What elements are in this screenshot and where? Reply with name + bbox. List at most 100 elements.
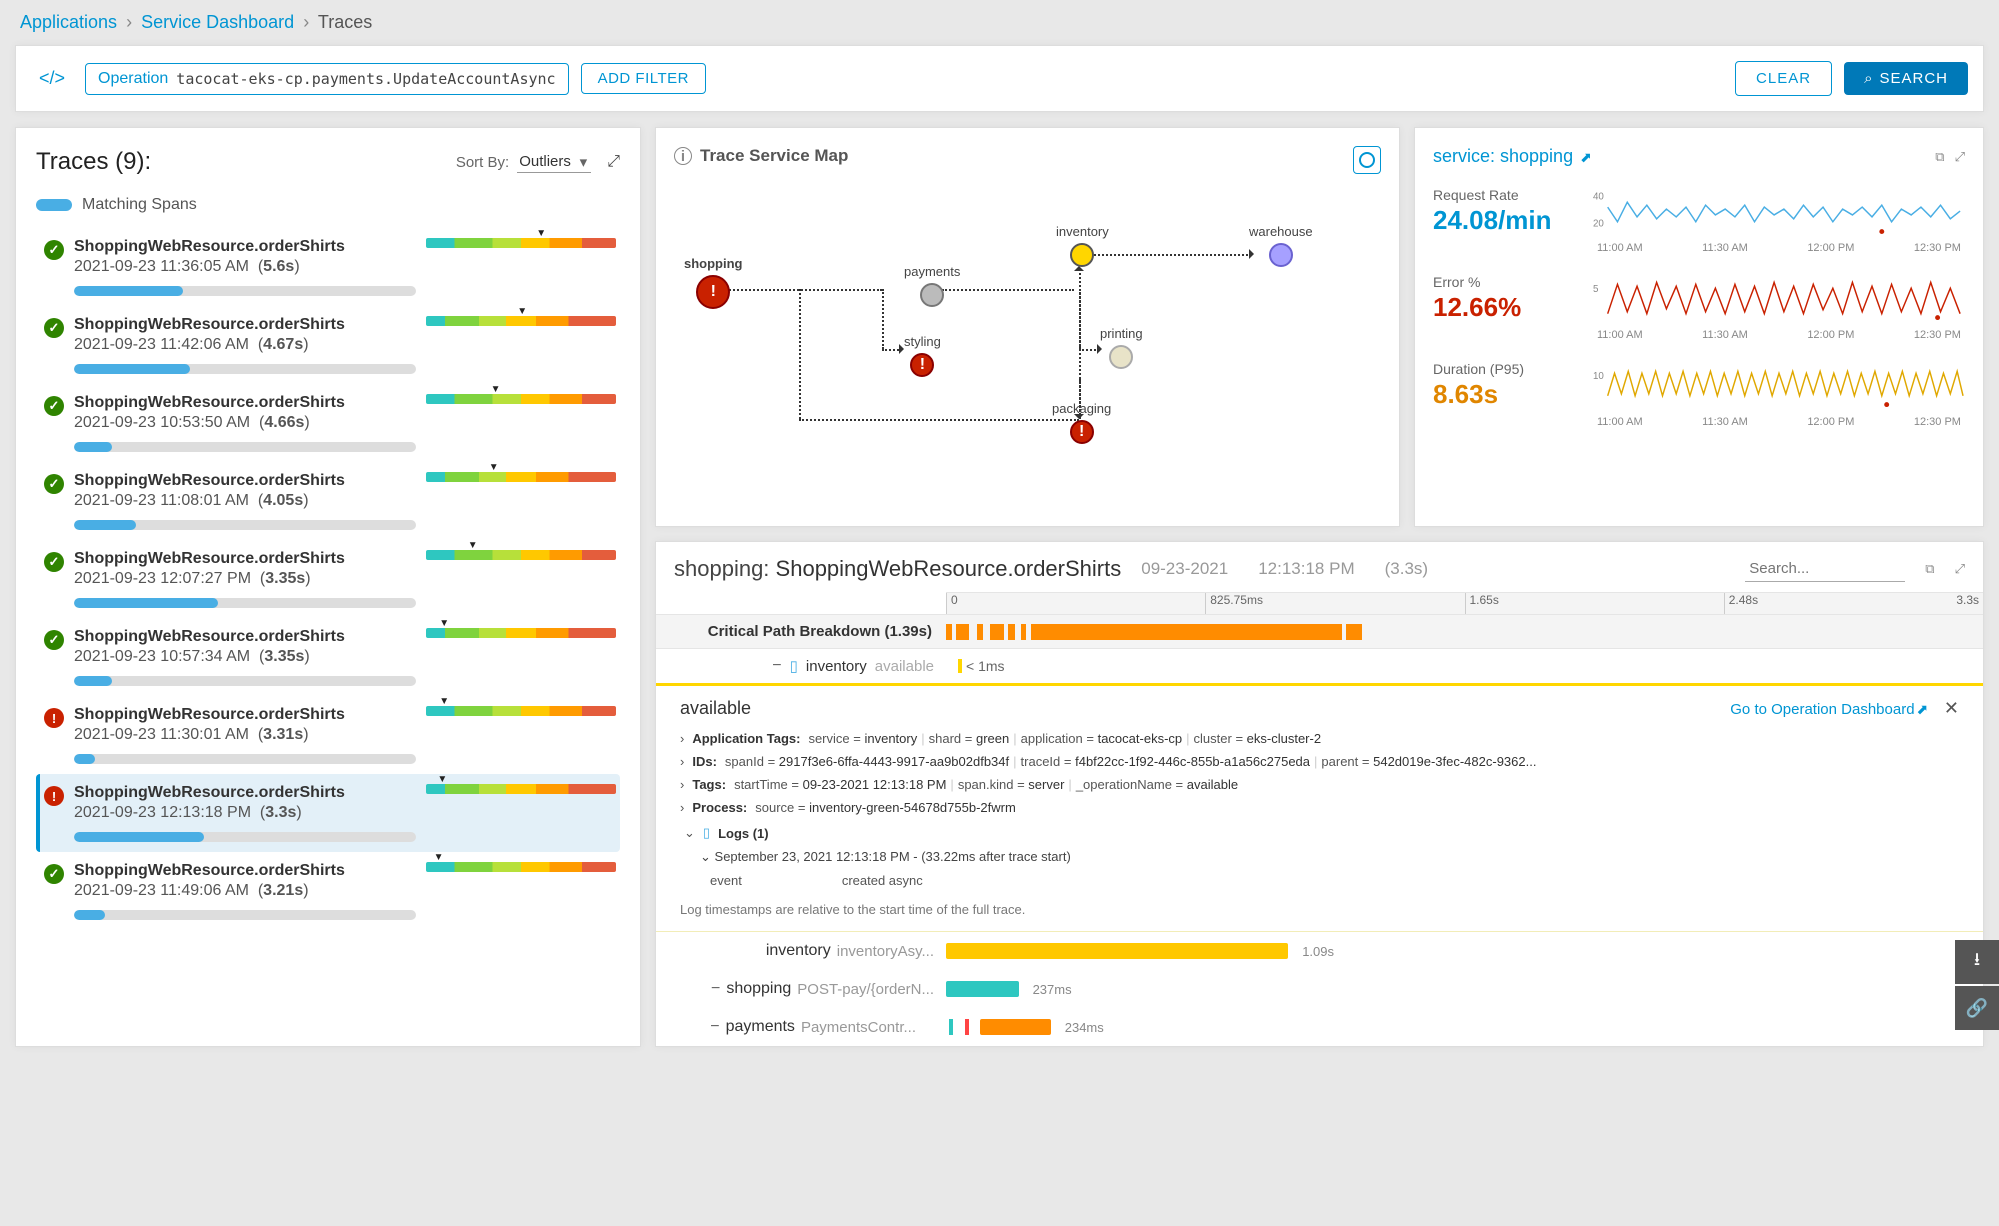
operation-dashboard-link[interactable]: Go to Operation Dashboard [1730,701,1928,718]
check-icon: ✓ [44,396,64,416]
expand-icon[interactable]: ⤢ [1955,561,1965,577]
error-icon: ! [44,708,64,728]
collapse-icon[interactable]: − [766,657,782,675]
clear-button[interactable]: CLEAR [1735,61,1832,96]
trace-timestamp: 2021-09-23 12:13:18 PM (3.3s) [74,804,416,822]
filter-chip-value: tacocat-eks-cp.payments.UpdateAccountAsy… [176,70,555,88]
latency-histogram: ▼ [426,394,616,404]
ids-row[interactable]: › IDs: spanId = 2917f3e6-6ffa-4443-9917-… [680,754,1959,769]
trace-name: ShoppingWebResource.orderShirts [74,706,416,724]
process-row[interactable]: › Process: source = inventory-green-5467… [680,800,1959,815]
search-button[interactable]: ⌕ SEARCH [1844,62,1968,95]
node-packaging-label: packaging [1052,401,1111,416]
check-icon: ✓ [44,552,64,572]
duration-label: Duration (P95) [1433,361,1593,377]
timeline-ruler: 0 825.75ms 1.65s 2.48s 3.3s [946,592,1983,614]
chevron-down-icon: ⌄ [684,825,695,841]
latency-histogram: ▼ [426,628,616,638]
latency-histogram: ▼ [426,784,616,794]
breadcrumb-service-dashboard[interactable]: Service Dashboard [141,12,294,32]
tags-row[interactable]: › Tags: startTime = 09-23-2021 12:13:18 … [680,777,1959,792]
trace-detail-panel: shopping: ShoppingWebResource.orderShirt… [655,541,1984,1047]
svg-text:5: 5 [1593,284,1599,295]
matching-legend-bar [36,199,72,211]
app-tags-row[interactable]: › Application Tags: service = inventory|… [680,731,1959,746]
trace-item[interactable]: ✓ ShoppingWebResource.orderShirts 2021-0… [36,462,620,540]
breadcrumb-current: Traces [318,12,372,32]
error-pct-label: Error % [1433,274,1593,290]
breadcrumb-applications[interactable]: Applications [20,12,117,32]
close-icon[interactable]: ✕ [1944,698,1959,718]
node-packaging[interactable] [1070,420,1094,444]
node-printing-label: printing [1100,326,1143,341]
stats-panel: service: shopping ⧉ ⤢ Request Rate 24.08… [1414,127,1984,527]
service-map-title: Trace Service Map [700,146,848,166]
latency-histogram: ▼ [426,316,616,326]
trace-name: ShoppingWebResource.orderShirts [74,862,416,880]
info-icon[interactable]: i [674,147,692,165]
popout-icon[interactable]: ⧉ [1925,561,1934,577]
trace-item[interactable]: ! ShoppingWebResource.orderShirts 2021-0… [36,696,620,774]
trace-timestamp: 2021-09-23 11:30:01 AM (3.31s) [74,726,416,744]
add-filter-button[interactable]: ADD FILTER [581,63,706,94]
chevron-right-icon: › [680,731,684,746]
check-icon: ✓ [44,864,64,884]
check-icon: ✓ [44,240,64,260]
trace-item[interactable]: ✓ ShoppingWebResource.orderShirts 2021-0… [36,384,620,462]
service-link[interactable]: service: shopping [1433,146,1592,167]
span-search-input[interactable] [1745,556,1905,582]
download-icon[interactable]: ⭳ [1955,940,1999,984]
service-map-panel: i Trace Service Map [655,127,1400,527]
svg-text:10: 10 [1593,371,1604,382]
node-inventory-label: inventory [1056,224,1109,239]
trace-timestamp: 2021-09-23 11:36:05 AM (5.6s) [74,258,416,276]
latency-histogram: ▼ [426,472,616,482]
trace-item[interactable]: ✓ ShoppingWebResource.orderShirts 2021-0… [36,540,620,618]
filter-bar: </> Operation tacocat-eks-cp.payments.Up… [15,45,1984,112]
expand-icon[interactable]: ⤢ [1955,149,1965,165]
node-warehouse[interactable] [1269,243,1293,267]
node-styling[interactable] [910,353,934,377]
filter-chip-operation[interactable]: Operation tacocat-eks-cp.payments.Update… [85,63,569,95]
trace-timestamp: 2021-09-23 12:07:27 PM (3.35s) [74,570,416,588]
chevron-right-icon: › [680,777,684,792]
trace-item[interactable]: ✓ ShoppingWebResource.orderShirts 2021-0… [36,306,620,384]
trace-item[interactable]: ✓ ShoppingWebResource.orderShirts 2021-0… [36,228,620,306]
search-icon: ⌕ [1864,70,1873,87]
inventory-span-row[interactable]: − ▯ inventory available < 1ms [656,649,1983,684]
trace-name: ShoppingWebResource.orderShirts [74,316,416,334]
popout-icon[interactable]: ⧉ [1935,149,1944,165]
node-inventory[interactable] [1070,243,1094,267]
trace-timestamp: 2021-09-23 11:42:06 AM (4.67s) [74,336,416,354]
node-shopping[interactable] [696,275,730,309]
trace-item[interactable]: ! ShoppingWebResource.orderShirts 2021-0… [36,774,620,852]
waterfall-span-row[interactable]: − paymentsPaymentsContr... 234ms [656,1008,1983,1046]
trace-name: ShoppingWebResource.orderShirts [74,238,416,256]
waterfall-span-row[interactable]: inventoryinventoryAsy... 1.09s [656,932,1983,970]
log-entry[interactable]: ⌄ September 23, 2021 12:13:18 PM - (33.2… [700,849,1959,865]
trace-name: ShoppingWebResource.orderShirts [74,628,416,646]
latency-histogram: ▼ [426,706,616,716]
breadcrumb: Applications › Service Dashboard › Trace… [0,0,1999,45]
sort-by-select[interactable]: Outliers [517,151,591,173]
traces-title: Traces (9): [36,148,151,176]
expand-icon[interactable]: ⤢ [607,153,620,171]
trace-timestamp: 2021-09-23 11:08:01 AM (4.05s) [74,492,416,510]
trace-item[interactable]: ✓ ShoppingWebResource.orderShirts 2021-0… [36,618,620,696]
error-icon: ! [44,786,64,806]
recenter-icon[interactable] [1353,146,1381,174]
trace-item[interactable]: ✓ ShoppingWebResource.orderShirts 2021-0… [36,852,620,930]
service-map[interactable]: shopping payments styling inventory [674,186,1381,506]
waterfall-span-row[interactable]: − shoppingPOST-pay/{orderN... 237ms [656,970,1983,1008]
trace-detail-meta: 09-23-202112:13:18 PM(3.3s) [1141,559,1428,579]
node-payments[interactable] [920,283,944,307]
node-printing[interactable] [1109,345,1133,369]
collapse-icon[interactable]: − [704,980,720,998]
link-icon[interactable]: 🔗 [1955,986,1999,1030]
trace-detail-title: shopping: ShoppingWebResource.orderShirt… [674,556,1121,582]
collapse-icon[interactable]: − [704,1018,720,1036]
query-mode-icon[interactable]: </> [31,64,73,93]
error-pct-value: 12.66% [1433,292,1593,323]
duration-sparkline: 10 11:00 AM11:30 AM12:00 PM12:30 PM [1593,361,1965,428]
logs-header[interactable]: ⌄ ▯ Logs (1) [684,825,1959,841]
